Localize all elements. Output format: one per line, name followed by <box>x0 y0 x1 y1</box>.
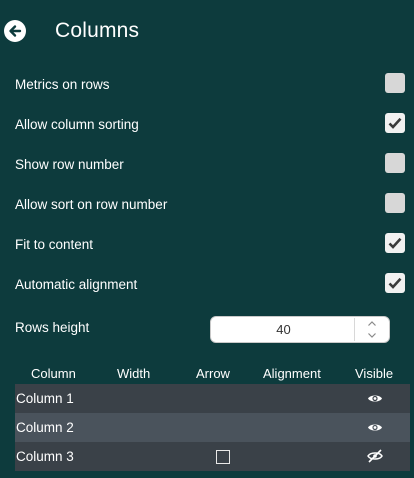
rows-height-value[interactable]: 40 <box>211 317 356 342</box>
panel-header: Columns <box>0 0 414 62</box>
table-row[interactable]: Column 3 <box>15 442 410 471</box>
option-show-row-number: Show row number <box>0 153 414 179</box>
visible-toggle[interactable] <box>366 420 384 434</box>
visible-toggle[interactable] <box>366 391 384 405</box>
metrics-on-rows-checkbox[interactable] <box>385 73 405 93</box>
chevron-down-icon <box>368 333 376 338</box>
header-column: Column <box>31 366 76 381</box>
eye-slash-icon <box>367 449 383 463</box>
option-label: Metrics on rows <box>15 77 110 92</box>
stepper-down-button[interactable] <box>355 330 389 341</box>
option-automatic-alignment: Automatic alignment <box>0 273 414 299</box>
option-label: Show row number <box>15 157 124 172</box>
option-allow-sort-on-row-number: Allow sort on row number <box>0 193 414 219</box>
option-allow-column-sorting: Allow column sorting <box>0 113 414 139</box>
checkmark-icon <box>388 237 402 249</box>
back-arrow-circle-icon <box>9 25 22 37</box>
allow-column-sorting-checkbox[interactable] <box>385 113 405 133</box>
option-metrics-on-rows: Metrics on rows <box>0 73 414 99</box>
show-row-number-checkbox[interactable] <box>385 153 405 173</box>
header-visible: Visible <box>355 366 394 381</box>
eye-icon <box>368 395 382 401</box>
eye-icon <box>368 424 382 430</box>
automatic-alignment-checkbox[interactable] <box>385 273 405 293</box>
option-label: Allow column sorting <box>15 117 139 132</box>
allow-sort-on-row-number-checkbox[interactable] <box>385 193 405 213</box>
table-row[interactable]: Column 2 <box>15 413 410 442</box>
option-fit-to-content: Fit to content <box>0 233 414 259</box>
columns-table-header: Column Width Arrow Alignment Visible <box>15 366 410 384</box>
option-label: Allow sort on row number <box>15 197 168 212</box>
page-title: Columns <box>55 19 140 42</box>
back-button[interactable] <box>4 20 26 42</box>
column-name: Column 3 <box>16 449 74 464</box>
checkmark-icon <box>388 117 402 129</box>
rows-height-label: Rows height <box>15 320 90 335</box>
fit-to-content-checkbox[interactable] <box>385 233 405 253</box>
visible-toggle[interactable] <box>366 449 384 463</box>
option-label: Automatic alignment <box>15 277 138 292</box>
table-row[interactable]: Column 1 <box>15 384 410 413</box>
checkmark-icon <box>388 277 402 289</box>
arrow-checkbox[interactable] <box>216 450 230 464</box>
column-name: Column 2 <box>16 420 74 435</box>
header-width: Width <box>117 366 151 381</box>
stepper-up-button[interactable] <box>355 318 389 329</box>
option-label: Fit to content <box>15 237 94 252</box>
stepper-buttons <box>354 318 388 341</box>
header-alignment: Alignment <box>263 366 321 381</box>
column-name: Column 1 <box>16 391 74 406</box>
header-arrow: Arrow <box>196 366 230 381</box>
chevron-up-icon <box>368 321 376 326</box>
rows-height-stepper[interactable]: 40 <box>210 316 390 343</box>
